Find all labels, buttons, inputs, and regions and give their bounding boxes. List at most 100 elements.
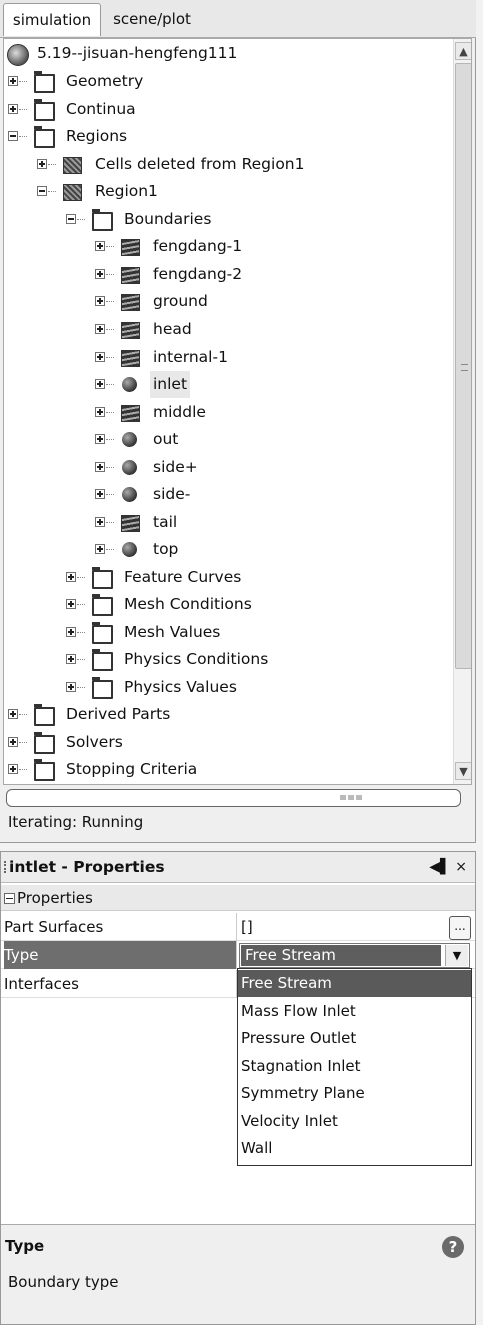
dropdown-option[interactable]: Mass Flow Inlet: [238, 998, 471, 1025]
collapse-icon[interactable]: [37, 186, 47, 196]
expand-icon[interactable]: [95, 324, 105, 334]
folder-icon: [92, 567, 113, 589]
tree-node-solvers[interactable]: Solvers: [4, 729, 450, 756]
tree-node-boundary[interactable]: side-: [4, 481, 450, 508]
expand-icon[interactable]: [66, 599, 76, 609]
expand-icon[interactable]: [8, 104, 18, 114]
tree-node-boundary[interactable]: fengdang-1: [4, 233, 450, 260]
panel-window-buttons[interactable]: ◀▌ ×: [429, 852, 467, 883]
tree-node-feature-curves[interactable]: Feature Curves: [4, 564, 450, 591]
expand-icon[interactable]: [95, 296, 105, 306]
tree-node-boundary[interactable]: middle: [4, 399, 450, 426]
tree-node-boundary[interactable]: head: [4, 316, 450, 343]
property-help-area: Type ? Boundary type: [1, 1224, 475, 1324]
expand-icon[interactable]: [95, 379, 105, 389]
tree-node-physics-conditions[interactable]: Physics Conditions: [4, 646, 450, 673]
expand-icon[interactable]: [95, 241, 105, 251]
tree-node-regions[interactable]: Regions: [4, 123, 450, 150]
dropdown-option[interactable]: Symmetry Plane: [238, 1080, 471, 1107]
type-combobox[interactable]: Free Stream ▼: [239, 943, 470, 968]
tree-node-cells-deleted[interactable]: Cells deleted from Region1: [4, 151, 450, 178]
tree-node-boundary-selected[interactable]: inlet: [4, 371, 450, 398]
tab-simulation[interactable]: simulation: [3, 3, 101, 36]
folder-icon: [34, 99, 55, 121]
expand-icon[interactable]: [95, 517, 105, 527]
expand-icon[interactable]: [95, 544, 105, 554]
tree-node-continua[interactable]: Continua: [4, 96, 450, 123]
properties-title: intlet - Properties: [9, 858, 165, 876]
tree-node-boundary[interactable]: tail: [4, 509, 450, 536]
properties-section-header[interactable]: Properties: [1, 885, 475, 911]
folder-icon: [92, 594, 113, 616]
dropdown-option[interactable]: Pressure Outlet: [238, 1025, 471, 1052]
tree-node-label: head: [153, 320, 192, 338]
tree-node-label: Continua: [66, 100, 136, 118]
tree-node-boundary[interactable]: out: [4, 426, 450, 453]
boundary-sphere-icon: [122, 377, 137, 392]
expand-icon[interactable]: [95, 269, 105, 279]
tree-node-mesh-values[interactable]: Mesh Values: [4, 619, 450, 646]
boundary-sphere-icon: [122, 460, 137, 475]
dropdown-option[interactable]: Velocity Inlet: [238, 1108, 471, 1135]
folder-icon: [92, 209, 113, 231]
tree-node-root[interactable]: 5.19--jisuan-hengfeng111: [4, 40, 450, 67]
tree-node-boundary[interactable]: top: [4, 536, 450, 563]
expand-icon[interactable]: [95, 407, 105, 417]
collapse-icon[interactable]: [8, 131, 18, 141]
boundary-surface-icon: [121, 405, 140, 422]
expand-icon[interactable]: [37, 159, 47, 169]
expand-icon[interactable]: [8, 764, 18, 774]
tree-node-label: tail: [153, 513, 178, 531]
tree-node-label: Mesh Conditions: [124, 595, 252, 613]
folder-icon: [34, 704, 55, 726]
region-icon: [63, 157, 82, 174]
tree-node-geometry[interactable]: Geometry: [4, 68, 450, 95]
folder-icon: [34, 71, 55, 93]
tab-scene-plot[interactable]: scene/plot: [102, 3, 202, 36]
expand-icon[interactable]: [66, 654, 76, 664]
dropdown-option[interactable]: Stagnation Inlet: [238, 1053, 471, 1080]
tree-node-boundary[interactable]: internal-1: [4, 344, 450, 371]
tree-node-stopping-criteria[interactable]: Stopping Criteria: [4, 756, 450, 783]
expand-icon[interactable]: [66, 627, 76, 637]
tree-node-mesh-conditions[interactable]: Mesh Conditions: [4, 591, 450, 618]
expand-icon[interactable]: [66, 572, 76, 582]
tree-node-boundary[interactable]: fengdang-2: [4, 261, 450, 288]
tree-node-physics-values[interactable]: Physics Values: [4, 674, 450, 701]
expand-icon[interactable]: [95, 434, 105, 444]
expand-icon[interactable]: [95, 462, 105, 472]
tree-node-boundary[interactable]: side+: [4, 454, 450, 481]
region-icon: [63, 184, 82, 201]
scroll-thumb[interactable]: [455, 63, 471, 669]
expand-icon[interactable]: [95, 352, 105, 362]
tree-node-label: middle: [153, 403, 206, 421]
expand-icon[interactable]: [66, 682, 76, 692]
dropdown-option[interactable]: Wall: [238, 1135, 471, 1162]
help-icon[interactable]: ?: [442, 1236, 464, 1258]
collapse-icon[interactable]: [4, 893, 15, 904]
scroll-up-icon[interactable]: ▲: [455, 42, 471, 60]
expand-icon[interactable]: [8, 76, 18, 86]
drag-grip-icon[interactable]: [4, 861, 8, 873]
boundary-surface-icon: [121, 515, 140, 532]
ellipsis-button[interactable]: ...: [449, 916, 471, 940]
property-row-part-surfaces[interactable]: Part Surfaces [] ...: [1, 913, 475, 941]
properties-title-bar: intlet - Properties ◀▌ ×: [1, 852, 475, 883]
simulation-icon: [7, 44, 29, 66]
tree-node-region1[interactable]: Region1: [4, 178, 450, 205]
boundary-surface-icon: [121, 267, 140, 284]
chevron-down-icon[interactable]: ▼: [445, 945, 468, 966]
expand-icon[interactable]: [8, 709, 18, 719]
expand-icon[interactable]: [8, 737, 18, 747]
tree-node-label: Cells deleted from Region1: [95, 155, 305, 173]
tree-node-derived-parts[interactable]: Derived Parts: [4, 701, 450, 728]
tree-node-boundaries[interactable]: Boundaries: [4, 206, 450, 233]
tree-node-label: Physics Values: [124, 678, 237, 696]
expand-icon[interactable]: [95, 489, 105, 499]
dropdown-option[interactable]: Free Stream: [238, 970, 471, 997]
collapse-icon[interactable]: [66, 214, 76, 224]
folder-icon: [92, 622, 113, 644]
tree-node-boundary[interactable]: ground: [4, 288, 450, 315]
tree-scrollbar[interactable]: ▲ ▼: [453, 39, 471, 784]
scroll-down-icon[interactable]: ▼: [455, 762, 471, 780]
